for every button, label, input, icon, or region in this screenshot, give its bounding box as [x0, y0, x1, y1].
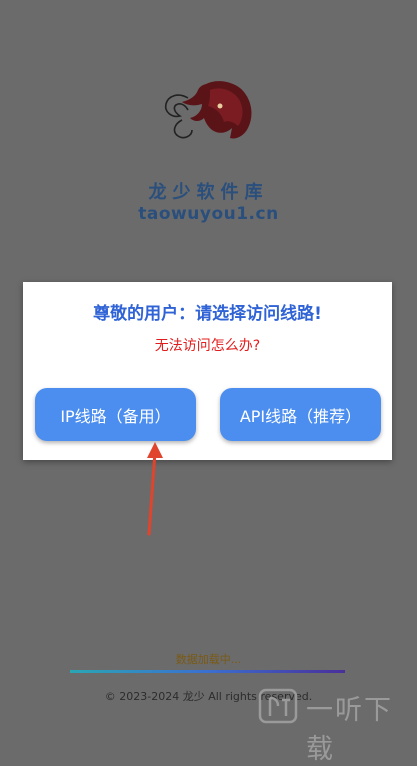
app-name: 龙少软件库 — [148, 182, 269, 203]
app-url: taowuyou1.cn — [138, 204, 279, 224]
api-route-button[interactable]: API线路（推荐） — [220, 388, 381, 441]
dialog-title: 尊敬的用户：请选择访问线路! — [93, 304, 322, 324]
watermark-text: 一听下载 — [306, 695, 393, 765]
dragon-logo — [158, 76, 258, 148]
ip-route-button[interactable]: IP线路（备用） — [35, 388, 196, 441]
loading-progress-bar — [70, 670, 345, 673]
watermark-logo-icon — [258, 688, 298, 724]
annotation-arrow-icon — [135, 440, 175, 540]
loading-progress-fill — [70, 670, 345, 673]
help-link[interactable]: 无法访问怎么办? — [23, 335, 392, 355]
loading-text: 数据加载中... — [175, 653, 242, 666]
route-select-dialog: 尊敬的用户：请选择访问线路! 无法访问怎么办? IP线路（备用） API线路（推… — [23, 282, 392, 460]
